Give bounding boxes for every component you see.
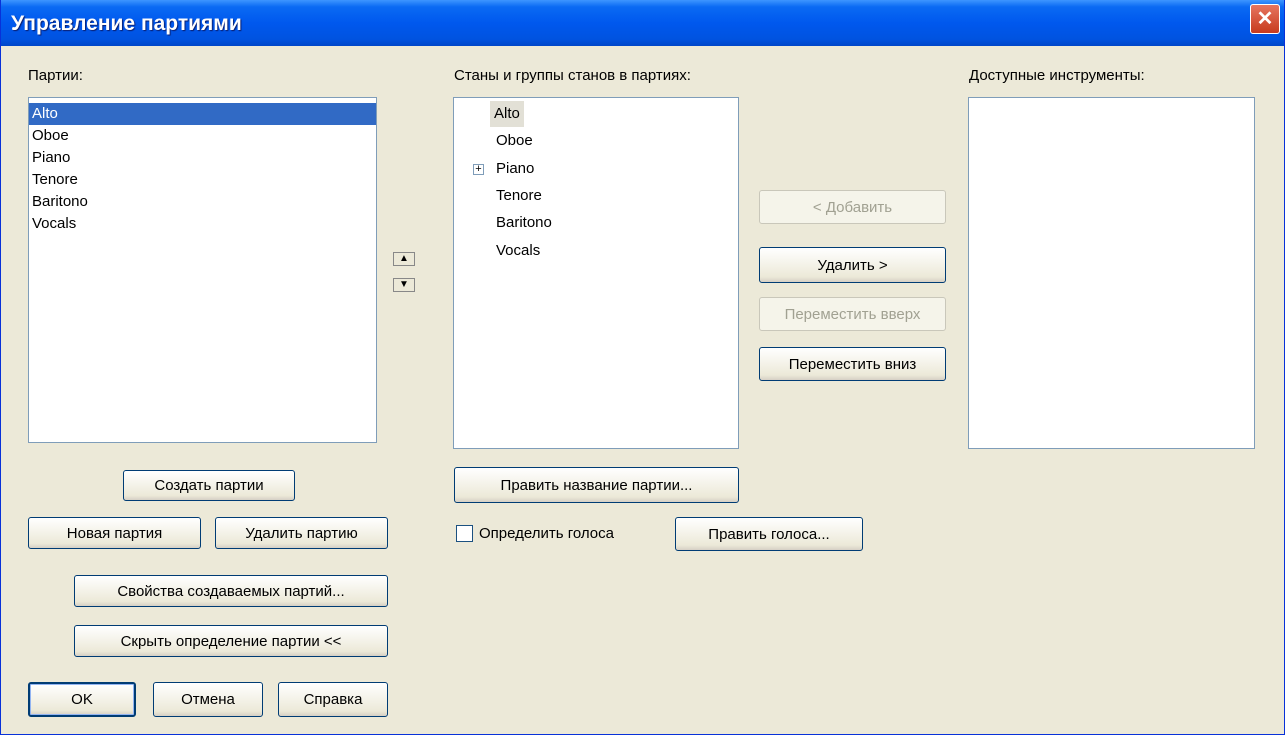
edit-part-name-button[interactable]: Править название партии... bbox=[454, 467, 739, 503]
staves-tree[interactable]: Alto Oboe + Piano Tenore Baritono Vocals bbox=[453, 97, 739, 449]
ok-button[interactable]: OK bbox=[28, 682, 136, 717]
parts-list-item[interactable]: Alto bbox=[29, 103, 376, 125]
move-down-button[interactable]: Переместить вниз bbox=[759, 347, 946, 381]
parts-list-item[interactable]: Piano bbox=[29, 147, 376, 169]
move-up-arrow-icon[interactable]: ▲ bbox=[393, 252, 415, 266]
remove-button[interactable]: Удалить > bbox=[759, 247, 946, 283]
instruments-list[interactable] bbox=[968, 97, 1255, 449]
define-voices-label: Определить голоса bbox=[479, 525, 614, 542]
staves-tree-item[interactable]: Vocals bbox=[496, 238, 540, 264]
edit-voices-button[interactable]: Править голоса... bbox=[675, 517, 863, 551]
hide-definition-button[interactable]: Скрыть определение партии << bbox=[74, 625, 388, 657]
staves-tree-item[interactable]: Alto bbox=[490, 101, 524, 127]
parts-list-item[interactable]: Tenore bbox=[29, 169, 376, 191]
close-icon[interactable]: ✕ bbox=[1250, 4, 1280, 34]
delete-part-button[interactable]: Удалить партию bbox=[215, 517, 388, 549]
expand-icon[interactable]: + bbox=[473, 164, 484, 175]
parts-list[interactable]: Alto Oboe Piano Tenore Baritono Vocals bbox=[28, 97, 377, 443]
staves-label: Станы и группы станов в партиях: bbox=[454, 67, 691, 84]
move-up-button[interactable]: Переместить вверх bbox=[759, 297, 946, 331]
cancel-button[interactable]: Отмена bbox=[153, 682, 263, 717]
staves-tree-item[interactable]: Baritono bbox=[496, 210, 552, 236]
parts-list-item[interactable]: Baritono bbox=[29, 191, 376, 213]
create-parts-button[interactable]: Создать партии bbox=[123, 470, 295, 501]
move-down-arrow-icon[interactable]: ▼ bbox=[393, 278, 415, 292]
dialog-window: Управление партиями ✕ Партии: Alto Oboe … bbox=[0, 0, 1285, 735]
instruments-label: Доступные инструменты: bbox=[969, 67, 1145, 84]
staves-tree-item[interactable]: Piano bbox=[496, 156, 534, 182]
define-voices-checkbox[interactable] bbox=[456, 525, 473, 542]
staves-tree-item[interactable]: Oboe bbox=[496, 128, 533, 154]
window-title: Управление партиями bbox=[11, 12, 242, 35]
parts-list-item[interactable]: Oboe bbox=[29, 125, 376, 147]
parts-list-item[interactable]: Vocals bbox=[29, 213, 376, 235]
staves-tree-item[interactable]: Tenore bbox=[496, 183, 542, 209]
new-part-button[interactable]: Новая партия bbox=[28, 517, 201, 549]
parts-label: Партии: bbox=[28, 67, 83, 84]
title-bar: Управление партиями ✕ bbox=[1, 0, 1284, 46]
part-properties-button[interactable]: Свойства создаваемых партий... bbox=[74, 575, 388, 607]
help-button[interactable]: Справка bbox=[278, 682, 388, 717]
add-button[interactable]: < Добавить bbox=[759, 190, 946, 224]
